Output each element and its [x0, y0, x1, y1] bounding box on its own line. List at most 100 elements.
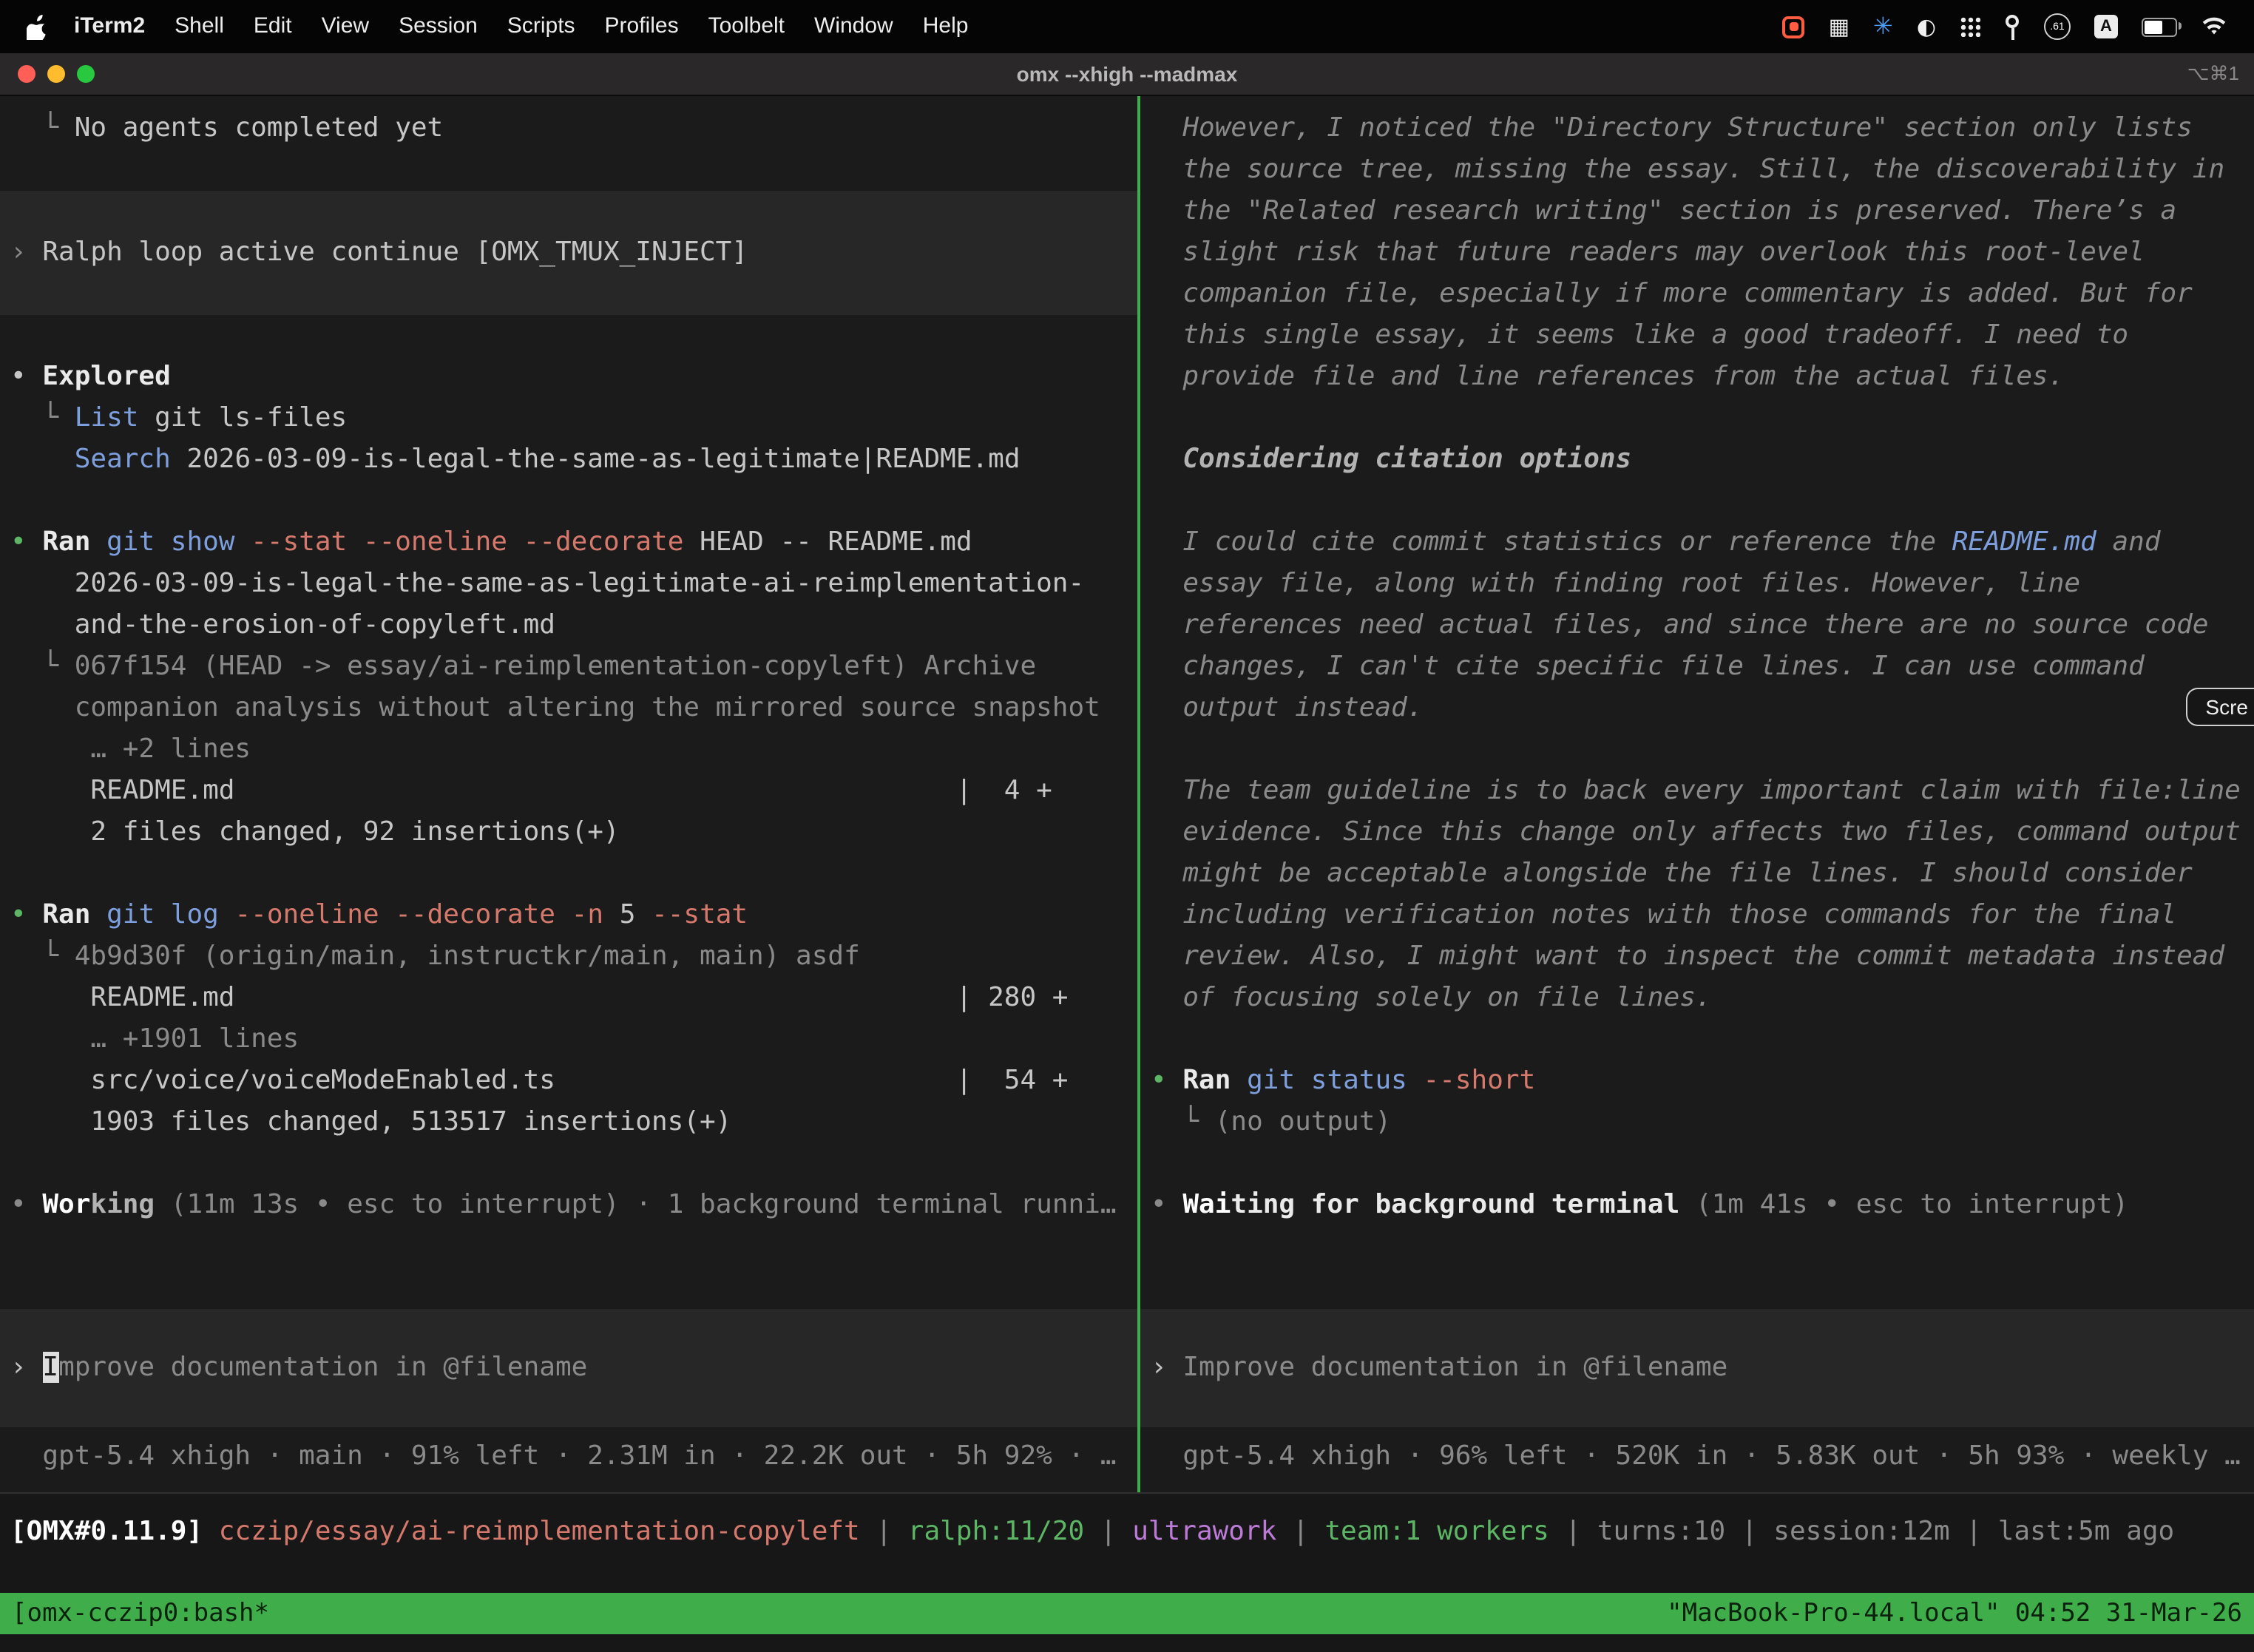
text-segment: changes, I can't cite specific file line…: [1151, 651, 2145, 682]
text-segment: including verification notes with those …: [1151, 899, 2176, 930]
text-segment: --short: [1424, 1065, 1536, 1096]
blue-asterisk-icon[interactable]: ✳: [1873, 15, 1893, 38]
close-button[interactable]: [18, 65, 35, 83]
terminal-line: • Explored: [0, 356, 1137, 398]
menu-item-scripts[interactable]: Scripts: [493, 0, 590, 53]
terminal-line: └ (no output): [1140, 1102, 2254, 1143]
zoom-button[interactable]: [77, 65, 95, 83]
terminal-line: README.md | 4 +: [0, 771, 1137, 812]
terminal-line: The team guideline is to back every impo…: [1140, 771, 2254, 812]
right-prompt-input[interactable]: › Improve documentation in @filename: [1140, 1309, 2254, 1427]
terminal-line: this single essay, it seems like a good …: [1140, 315, 2254, 356]
terminal-line: However, I noticed the "Directory Struct…: [1140, 108, 2254, 149]
window-shortcut-badge: ⌥⌘1: [2187, 62, 2239, 86]
blank-line: [1140, 1226, 2254, 1267]
menu-item-window[interactable]: Window: [799, 0, 908, 53]
blank-line: [1140, 1019, 2254, 1060]
text-segment: the source tree, missing the essay. Stil…: [1151, 154, 2224, 185]
text-segment: The team guideline is to back every impo…: [1151, 775, 2241, 806]
text-segment: Ran: [1182, 1065, 1247, 1096]
text-segment: essay file, along with finding root file…: [1151, 568, 2080, 599]
text-segment: [10, 444, 75, 475]
text-segment: git log: [106, 899, 234, 930]
text-segment: I could cite commit statistics or refere…: [1151, 527, 1952, 558]
battery-icon[interactable]: [2142, 17, 2177, 36]
menu-item-shell[interactable]: Shell: [160, 0, 239, 53]
window-grid-icon[interactable]: ▦: [1829, 16, 1849, 38]
right-pane-scrollback: However, I noticed the "Directory Struct…: [1140, 96, 2254, 1267]
text-segment: this single essay, it seems like a good …: [1151, 319, 2128, 351]
text-segment: •: [10, 1189, 42, 1220]
text-segment: No agents completed yet: [75, 112, 444, 143]
terminal-line: └ 067f154 (HEAD -> essay/ai-reimplementa…: [0, 646, 1137, 688]
key-icon[interactable]: [2004, 14, 2020, 39]
left-pane-spacer: [0, 1267, 1137, 1309]
text-segment: 1903 files changed, 513517 insertions(+): [10, 1106, 731, 1137]
menu-item-session[interactable]: Session: [384, 0, 493, 53]
text-segment: [OMX#0.11.9]: [10, 1516, 219, 1547]
blank-line: [1140, 398, 2254, 439]
terminal-line: • Working (11m 13s • esc to interrupt) ·…: [0, 1185, 1137, 1226]
text-segment: king: [90, 1189, 155, 1220]
text-segment: --oneline --decorate -n: [235, 899, 620, 930]
wifi-icon[interactable]: [2201, 16, 2227, 37]
left-terminal-pane[interactable]: └ No agents completed yet › Ralph loop a…: [0, 96, 1137, 1492]
text-segment: references need actual files, and since …: [1151, 609, 2209, 640]
half-circle-icon[interactable]: ◐: [1917, 16, 1936, 38]
text-segment: HEAD -- README.md: [683, 527, 972, 558]
text-segment: --stat --oneline --decorate: [251, 527, 683, 558]
menu-item-view[interactable]: View: [307, 0, 385, 53]
screen-share-tooltip[interactable]: Scre: [2186, 688, 2254, 726]
terminal-line: 2 files changed, 92 insertions(+): [0, 812, 1137, 853]
terminal-line: output instead.: [1140, 688, 2254, 729]
text-segment: 2026-03-09-is-legal-the-same-as-legitima…: [10, 568, 1084, 599]
text-segment: of focusing solely on file lines.: [1151, 982, 1712, 1013]
terminal-line: essay file, along with finding root file…: [1140, 563, 2254, 605]
model-status-line: gpt-5.4 xhigh · main · 91% left · 2.31M …: [0, 1436, 1137, 1477]
terminal-line: evidence. Since this change only affects…: [1140, 812, 2254, 853]
terminal-line: 2026-03-09-is-legal-the-same-as-legitima…: [0, 563, 1137, 605]
terminal-line: review. Also, I might want to inspect th…: [1140, 936, 2254, 978]
text-segment: (1m 41s • esc to interrupt): [1679, 1189, 2128, 1220]
text-segment: 067f154 (HEAD -> essay/ai-reimplementati…: [75, 651, 1036, 682]
menu-item-profiles[interactable]: Profiles: [590, 0, 694, 53]
screen-recording-icon[interactable]: [1783, 16, 1805, 38]
apple-menu-icon[interactable]: [27, 14, 47, 39]
terminal-line: src/voice/voiceModeEnabled.ts | 54 +: [0, 1060, 1137, 1102]
minimize-button[interactable]: [47, 65, 65, 83]
blank-line: [1140, 1143, 2254, 1185]
menu-status-icons: ▦ ✳ ◐ .61 A: [1783, 13, 2239, 40]
input-source-icon[interactable]: A: [2094, 15, 2118, 38]
status-footer: [OMX#0.11.9] cczip/essay/ai-reimplementa…: [0, 1492, 2254, 1652]
blank-line: [0, 149, 1137, 191]
terminal-line: 1903 files changed, 513517 insertions(+): [0, 1102, 1137, 1143]
menu-item-iterm2[interactable]: iTerm2: [59, 0, 160, 53]
terminal-line: └ List git ls-files: [0, 398, 1137, 439]
terminal-line: references need actual files, and since …: [1140, 605, 2254, 646]
terminal-line: • Ran git log --oneline --decorate -n 5 …: [0, 895, 1137, 936]
right-terminal-pane[interactable]: However, I noticed the "Directory Struct…: [1140, 96, 2254, 1492]
text-segment: |: [1276, 1516, 1324, 1547]
text-segment: ting for background terminal: [1231, 1189, 1679, 1220]
terminal-line: the source tree, missing the essay. Stil…: [1140, 149, 2254, 191]
gauge-icon[interactable]: .61: [2044, 13, 2071, 40]
text-segment: └: [1151, 1106, 1215, 1137]
menu-item-help[interactable]: Help: [908, 0, 984, 53]
terminal-line: of focusing solely on file lines.: [1140, 978, 2254, 1019]
text-segment: (11m 13s • esc to interrupt) · 1 backgro…: [155, 1189, 1116, 1220]
screen: iTerm2 Shell Edit View Session Scripts P…: [0, 0, 2254, 1651]
menu-item-toolbelt[interactable]: Toolbelt: [694, 0, 799, 53]
omx-status-text: [OMX#0.11.9] cczip/essay/ai-reimplementa…: [0, 1511, 2254, 1553]
apps-grid-icon[interactable]: [1960, 16, 1980, 37]
text-segment: 2 files changed, 92 insertions(+): [10, 816, 620, 847]
left-prompt-input[interactable]: › Improve documentation in @filename: [0, 1309, 1137, 1427]
tmux-session-label: [omx-cczip0:bash*: [12, 1599, 269, 1628]
text-segment: ›: [10, 1352, 42, 1383]
text-segment: •: [1151, 1065, 1182, 1096]
text-segment: ralph:11/20: [908, 1516, 1084, 1547]
text-segment: cczip/essay/ai-reimplementation-copyleft: [219, 1516, 860, 1547]
window-title-bar[interactable]: omx --xhigh --madmax ⌥⌘1: [0, 53, 2254, 96]
text-segment: evidence. Since this change only affects…: [1151, 816, 2241, 847]
menu-item-edit[interactable]: Edit: [239, 0, 307, 53]
text-segment: 4b9d30f (origin/main, instructkr/main, m…: [75, 941, 860, 972]
